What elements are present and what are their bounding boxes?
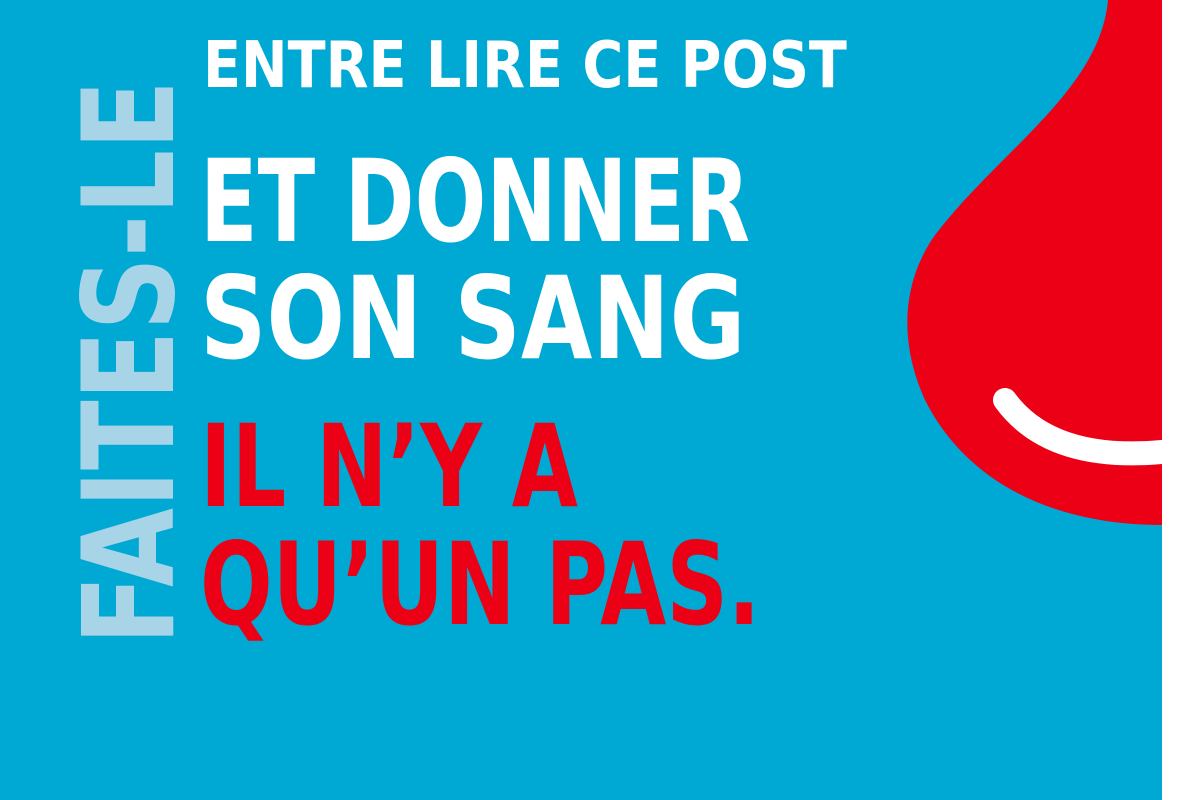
poster-panel: FAITES-LE ENTRE LIRE CE POST ET DONNER S…	[0, 0, 1162, 800]
blood-drop-smile-icon	[907, 0, 1162, 525]
